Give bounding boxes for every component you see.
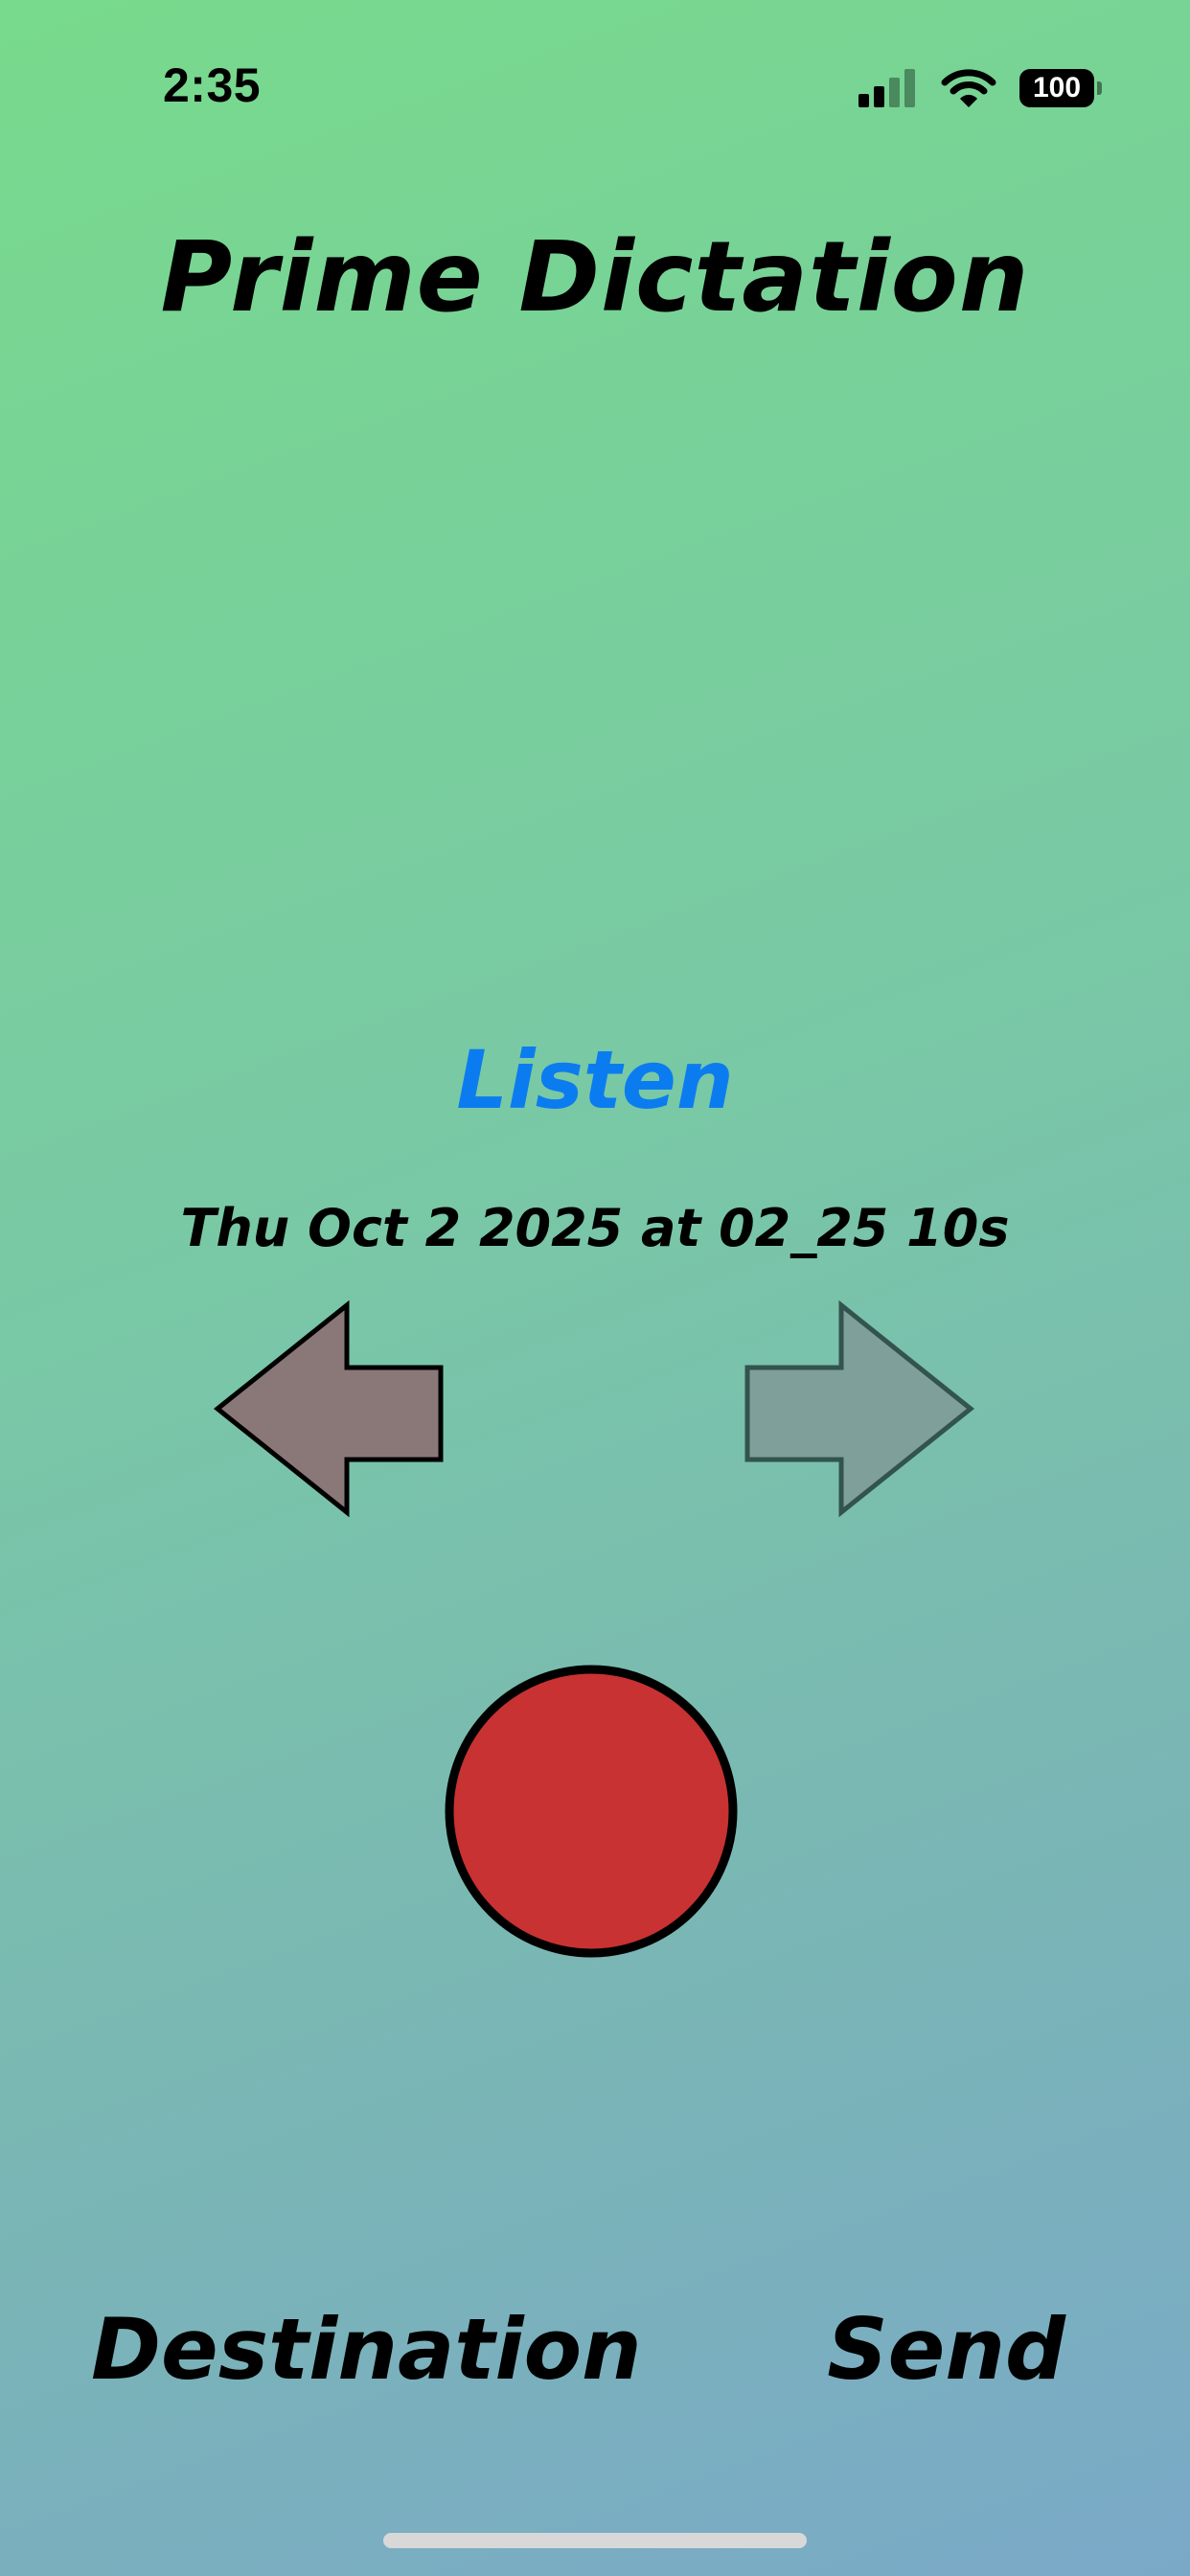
status-time: 2:35 <box>163 58 262 112</box>
listen-button[interactable]: Listen <box>0 1033 1190 1127</box>
destination-button[interactable]: Destination <box>91 2300 642 2399</box>
battery-level: 100 <box>1032 72 1082 104</box>
home-indicator[interactable] <box>383 2533 807 2548</box>
recording-name: Thu Oct 2 2025 at 02_25 10s <box>180 1198 1010 1258</box>
record-button[interactable] <box>443 1663 740 1960</box>
app-title: Prime Dictation <box>160 220 1030 334</box>
send-button[interactable]: Send <box>827 2300 1065 2399</box>
previous-recording-arrow-icon[interactable] <box>211 1299 450 1519</box>
status-icons: 100 <box>858 67 1102 109</box>
next-recording-arrow-icon[interactable] <box>738 1299 977 1519</box>
battery-icon: 100 <box>1019 69 1102 107</box>
cellular-signal-icon <box>858 69 915 107</box>
wifi-icon <box>941 69 996 107</box>
